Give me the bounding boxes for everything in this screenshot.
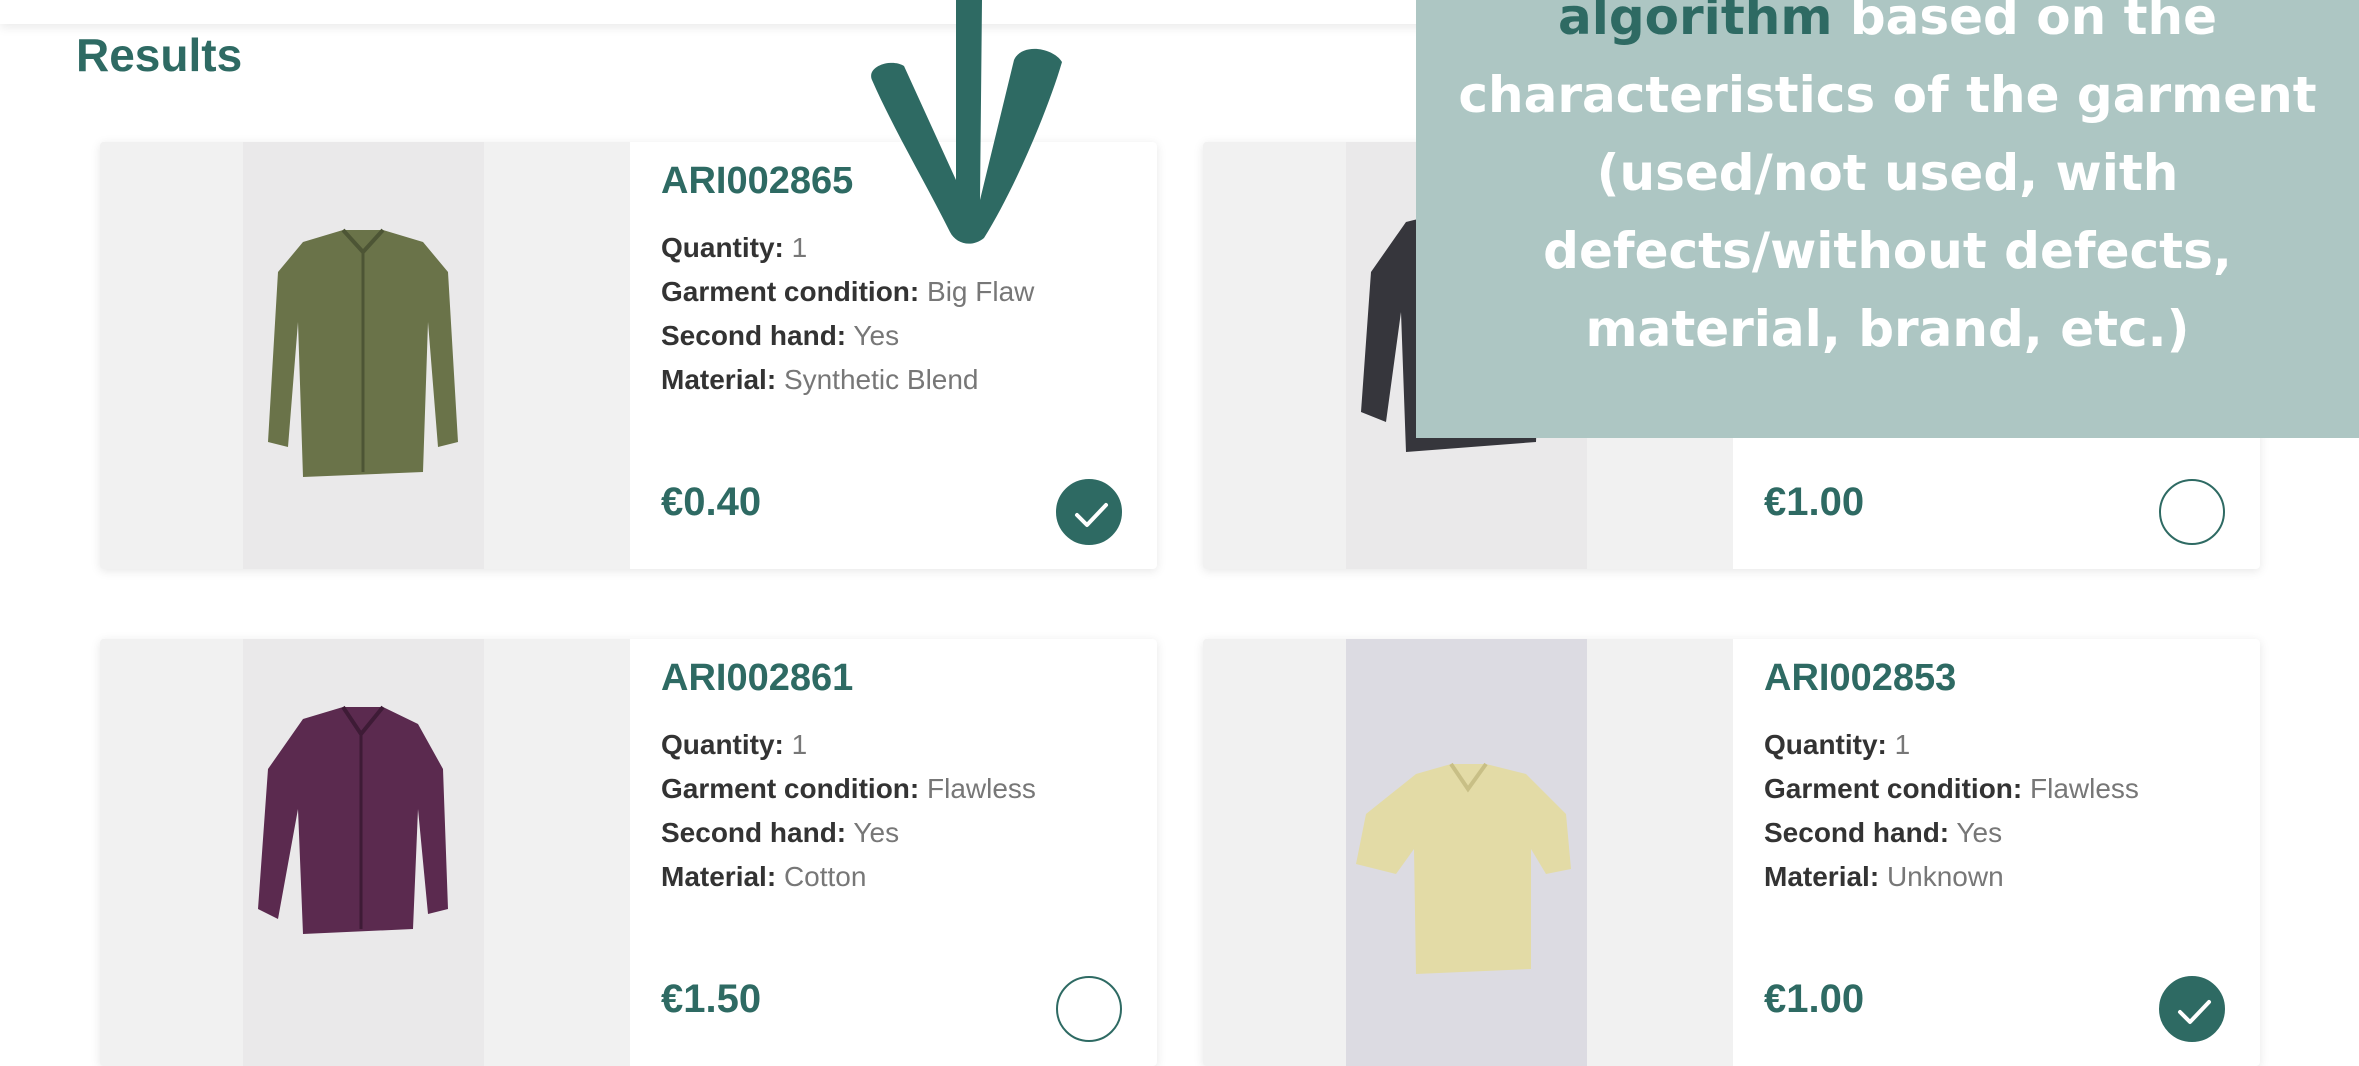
annotation-line-2: characteristics of the garment — [1458, 66, 2317, 124]
product-photo-area — [100, 142, 630, 569]
condition-label: Garment condition: — [661, 773, 920, 804]
product-code: ARI002861 — [661, 657, 854, 699]
product-card-3[interactable]: ARI002861 Quantity: 1 Garment condition:… — [100, 639, 1157, 1066]
product-price: €1.50 — [661, 977, 762, 1021]
condition-value: Flawless — [2030, 773, 2139, 804]
material-row: Material: Cotton — [661, 855, 1036, 899]
shirt-image — [243, 639, 484, 1066]
condition-label: Garment condition: — [661, 276, 920, 307]
product-price: €1.00 — [1764, 977, 1865, 1021]
second-hand-value: Yes — [853, 320, 900, 351]
annotation-text: algorithm based on the characteristics o… — [1416, 0, 2359, 368]
product-specs: Quantity: 1 Garment condition: Flawless … — [661, 723, 1036, 899]
quantity-value: 1 — [791, 729, 808, 760]
product-price: €0.40 — [661, 480, 762, 524]
condition-row: Garment condition: Big Flaw — [661, 270, 1034, 314]
second-hand-label: Second hand: — [661, 320, 847, 351]
select-toggle[interactable] — [1056, 479, 1122, 545]
second-hand-label: Second hand: — [1764, 817, 1950, 848]
quantity-label: Quantity: — [1764, 729, 1887, 760]
condition-row: Garment condition: Flawless — [661, 767, 1036, 811]
check-icon — [2178, 1000, 2211, 1024]
product-photo-area — [100, 639, 630, 1066]
product-specs: Quantity: 1 Garment condition: Big Flaw … — [661, 226, 1034, 402]
product-photo — [1346, 639, 1587, 1066]
condition-value: Flawless — [927, 773, 1036, 804]
condition-value: Big Flaw — [927, 276, 1035, 307]
material-label: Material: — [1764, 861, 1880, 892]
select-toggle[interactable] — [2159, 976, 2225, 1042]
annotation-line-3: (used/not used, with — [1596, 144, 2179, 202]
second-hand-row: Second hand: Yes — [1764, 811, 2139, 855]
material-value: Unknown — [1886, 861, 2004, 892]
material-value: Cotton — [783, 861, 867, 892]
quantity-value: 1 — [1894, 729, 1911, 760]
annotation-box: algorithm based on the characteristics o… — [1416, 0, 2359, 438]
material-value: Synthetic Blend — [783, 364, 979, 395]
annotation-line-1: algorithm based on the — [1416, 0, 2359, 56]
quantity-value: 1 — [791, 232, 808, 263]
second-hand-label: Second hand: — [661, 817, 847, 848]
product-info: ARI002861 Quantity: 1 Garment condition:… — [630, 639, 1157, 1066]
product-card-4[interactable]: ARI002853 Quantity: 1 Garment condition:… — [1203, 639, 2260, 1066]
material-row: Material: Synthetic Blend — [661, 358, 1034, 402]
page-title: Results — [76, 29, 243, 81]
second-hand-row: Second hand: Yes — [661, 811, 1036, 855]
product-photo — [243, 142, 484, 569]
annotation-line-4: defects/without defects, — [1543, 222, 2232, 280]
condition-label: Garment condition: — [1764, 773, 2023, 804]
check-icon — [1075, 503, 1108, 527]
arrow-down-icon — [871, 0, 1062, 244]
product-photo — [243, 639, 484, 1066]
annotation-line-1-rest: based on the — [1832, 0, 2217, 46]
material-label: Material: — [661, 364, 777, 395]
quantity-row: Quantity: 1 — [661, 723, 1036, 767]
material-row: Material: Unknown — [1764, 855, 2139, 899]
material-label: Material: — [661, 861, 777, 892]
second-hand-row: Second hand: Yes — [661, 314, 1034, 358]
shirt-image — [1346, 639, 1587, 1066]
product-info: ARI002853 Quantity: 1 Garment condition:… — [1733, 639, 2260, 1066]
select-toggle[interactable] — [2159, 479, 2225, 545]
second-hand-value: Yes — [1956, 817, 2003, 848]
quantity-label: Quantity: — [661, 232, 784, 263]
annotation-line-5: material, brand, etc.) — [1585, 300, 2190, 358]
product-price: €1.00 — [1764, 480, 1865, 524]
condition-row: Garment condition: Flawless — [1764, 767, 2139, 811]
quantity-label: Quantity: — [661, 729, 784, 760]
annotation-highlight: algorithm — [1558, 0, 1833, 46]
product-code: ARI002865 — [661, 160, 854, 202]
shirt-image — [243, 142, 484, 569]
product-photo-area — [1203, 639, 1733, 1066]
second-hand-value: Yes — [853, 817, 900, 848]
select-toggle[interactable] — [1056, 976, 1122, 1042]
quantity-row: Quantity: 1 — [1764, 723, 2139, 767]
product-specs: Quantity: 1 Garment condition: Flawless … — [1764, 723, 2139, 899]
product-code: ARI002853 — [1764, 657, 1957, 699]
